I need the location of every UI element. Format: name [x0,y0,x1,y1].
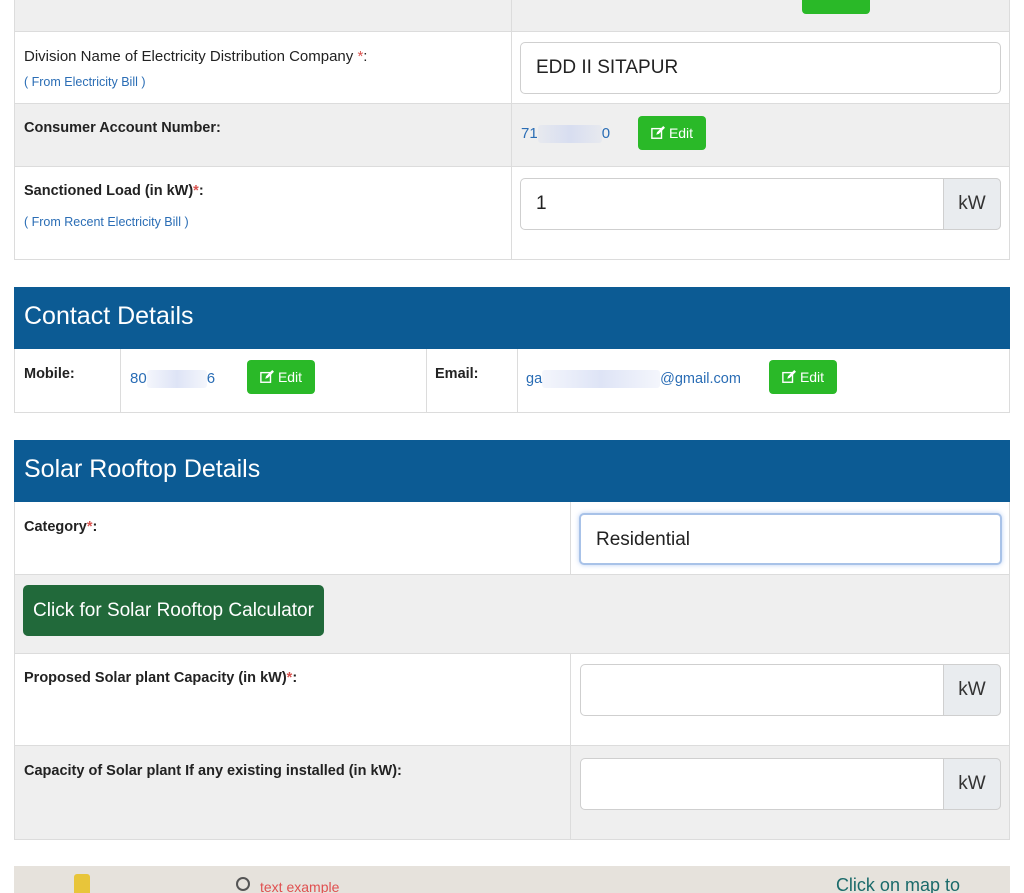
mobile-label: Mobile: [24,366,75,382]
division-label: Division Name of Electricity Distributio… [24,48,368,65]
contact-details-header: Contact Details [14,287,1010,349]
map-marker-icon [74,874,90,893]
consumer-account-label: Consumer Account Number: [24,120,221,136]
consumer-account-row: Consumer Account Number: 71 0 Edit [15,103,1009,166]
solar-rooftop-header: Solar Rooftop Details [14,440,1010,502]
electricity-details-panel: Division Name of Electricity Distributio… [14,31,1010,260]
division-row: Division Name of Electricity Distributio… [15,31,1009,103]
existing-capacity-row: Capacity of Solar plant If any existing … [15,745,1009,839]
map-location-icon [236,877,250,891]
contact-details-panel: Mobile: 80 6 Edit Email: ga @gmail.com Edi… [14,349,1010,413]
division-hint: ( From Electricity Bill ) [24,75,146,89]
edit-icon [260,370,274,383]
edit-icon [651,126,665,139]
solar-calculator-button[interactable]: Click for Solar Rooftop Calculator [23,585,324,636]
map-click-hint: Click on map to [835,875,960,893]
existing-capacity-input[interactable]: kW [580,758,1001,810]
proposed-capacity-input[interactable]: kW [580,664,1001,716]
map-area[interactable]: text example Click on map to [14,866,1010,893]
solar-rooftop-panel: Category*: Residential Proposed Solar pl… [14,502,1010,840]
sanctioned-load-label: Sanctioned Load (in kW)*: [24,183,204,199]
edit-label: Edit [668,125,694,141]
email-edit-button[interactable]: Edit [769,360,837,394]
mobile-value: 80 6 [130,370,216,389]
consumer-account-value: 71 0 [521,125,611,144]
mobile-edit-button[interactable]: Edit [247,360,315,394]
kw-unit-addon: kW [943,664,1001,716]
sanctioned-load-input[interactable]: 1 kW [520,178,1001,230]
email-value: ga @gmail.com [526,370,741,388]
existing-capacity-label: Capacity of Solar plant If any existing … [24,763,402,779]
kw-unit-addon: kW [943,758,1001,810]
category-row: Category*: Residential [15,502,1009,574]
consumer-edit-button[interactable]: Edit [638,116,706,150]
category-select[interactable]: Residential [579,513,1002,565]
map-text-example: text example [260,879,340,893]
edit-icon [782,370,796,383]
edit-label: Edit [799,369,825,385]
proposed-capacity-label: Proposed Solar plant Capacity (in kW)*: [24,670,298,686]
sanctioned-load-hint: ( From Recent Electricity Bill ) [24,215,189,229]
email-label: Email: [435,366,479,382]
category-label: Category*: [24,519,98,535]
sanctioned-load-row: Sanctioned Load (in kW)*: ( From Recent … [15,166,1009,259]
kw-unit-addon: kW [943,178,1001,230]
edit-label: Edit [277,369,303,385]
proposed-capacity-row: Proposed Solar plant Capacity (in kW)*: … [15,653,1009,745]
top-cropped-button[interactable] [802,0,870,14]
division-input[interactable]: EDD II SITAPUR [520,42,1001,94]
